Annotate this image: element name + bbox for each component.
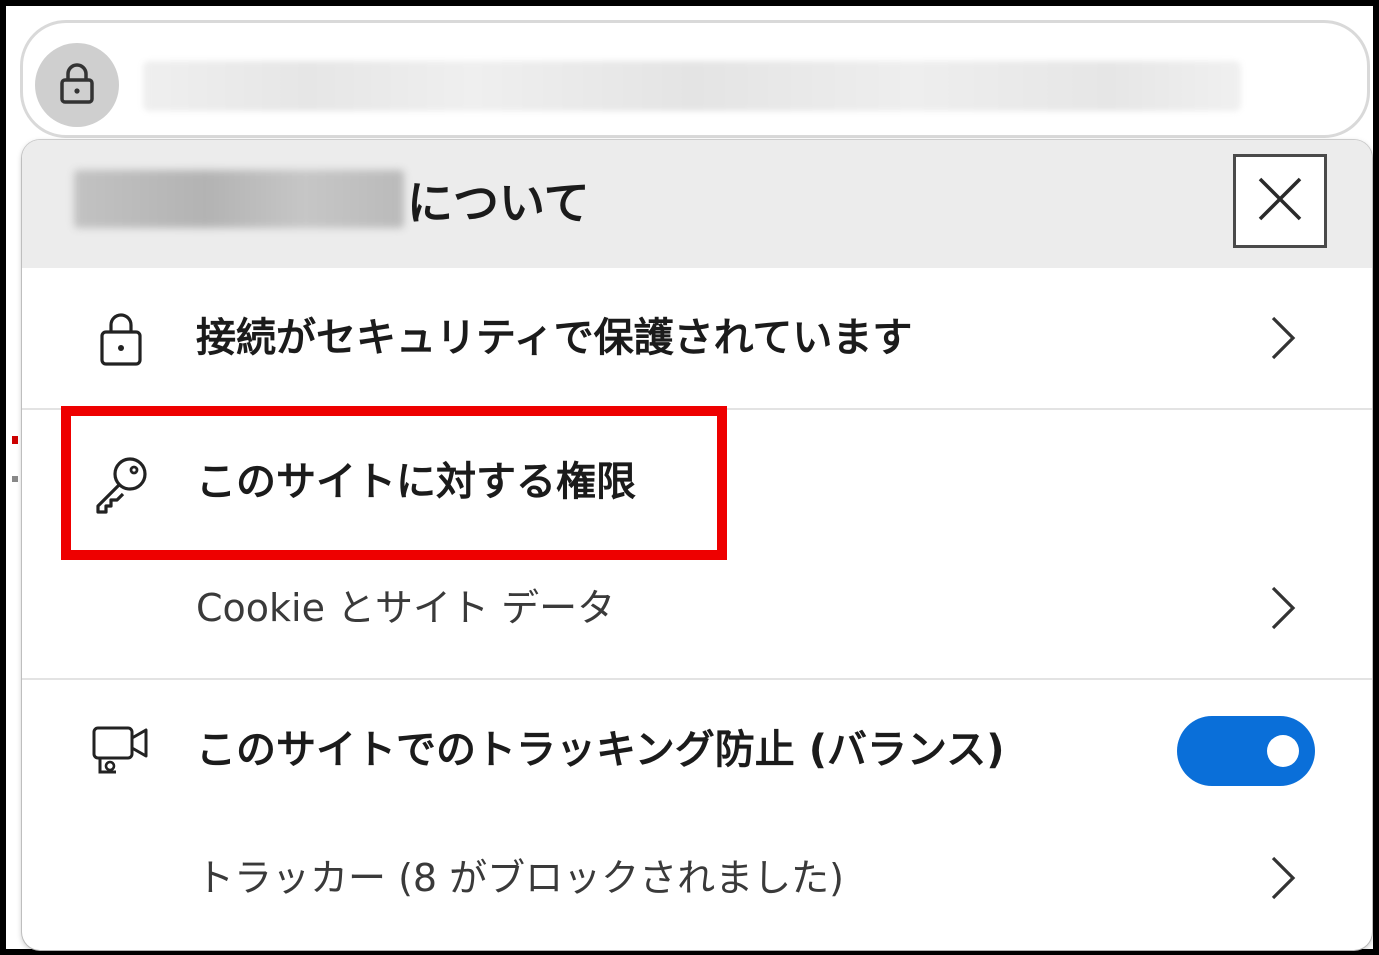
close-icon <box>1254 173 1306 229</box>
trackers-blocked-label: トラッカー (8 がブロックされました) <box>196 856 844 900</box>
close-button[interactable] <box>1233 154 1327 248</box>
cookies-site-data-label: Cookie とサイト データ <box>196 586 616 630</box>
connection-security-label: 接続がセキュリティで保護されています <box>196 315 913 361</box>
tracking-prevention-label: このサイトでのトラッキング防止 (バランス) <box>196 727 1005 773</box>
tracking-prevention-row: このサイトでのトラッキング防止 (バランス) <box>22 680 1372 820</box>
chevron-right-icon <box>1260 310 1304 366</box>
site-permissions-row[interactable]: このサイトに対する権限 <box>22 410 1372 550</box>
edge-marks <box>12 436 18 566</box>
site-name-blurred <box>74 170 404 228</box>
site-info-button[interactable] <box>35 43 119 127</box>
connection-security-row[interactable]: 接続がセキュリティで保護されています <box>22 268 1372 408</box>
lock-icon <box>90 308 152 370</box>
tracking-prevention-toggle[interactable] <box>1177 716 1315 786</box>
url-text-blurred[interactable] <box>143 61 1241 111</box>
lock-icon <box>55 61 99 109</box>
screenshot-frame: について 接続がセキュリティで保護されています このサイトに対する権限 Cook… <box>0 0 1379 955</box>
site-permissions-label: このサイトに対する権限 <box>196 459 636 505</box>
address-bar[interactable] <box>20 20 1370 138</box>
trackers-blocked-row[interactable]: トラッカー (8 がブロックされました) <box>22 820 1372 948</box>
popup-title: について <box>407 176 590 230</box>
chevron-right-icon <box>1260 850 1304 906</box>
toggle-knob <box>1267 735 1299 767</box>
cookies-site-data-row[interactable]: Cookie とサイト データ <box>22 550 1372 678</box>
tracking-camera-icon <box>90 718 152 780</box>
site-info-popup: について 接続がセキュリティで保護されています このサイトに対する権限 Cook… <box>22 140 1372 950</box>
popup-header: について <box>22 140 1372 268</box>
chevron-right-icon <box>1260 580 1304 636</box>
key-icon <box>90 452 152 514</box>
